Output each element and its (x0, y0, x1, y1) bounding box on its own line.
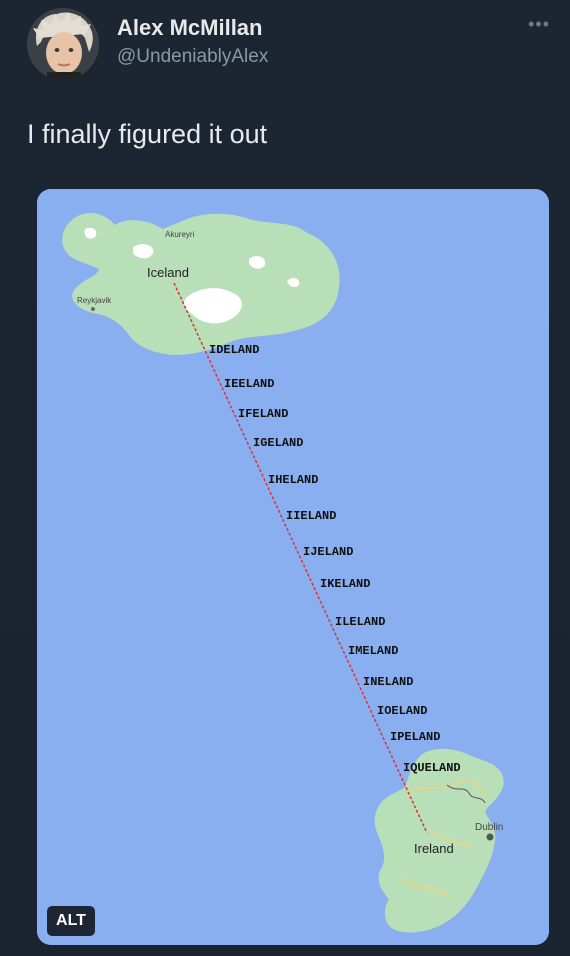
tweet-text: I finally figured it out (27, 119, 268, 149)
step-label: IGELAND (253, 436, 303, 450)
step-label: IEELAND (224, 377, 274, 391)
step-label: IPELAND (390, 730, 440, 744)
avatar-image (27, 8, 99, 80)
map-label-reykjavik: Reykjavik (77, 296, 112, 305)
map-label-akureyri: Akureyri (165, 230, 195, 239)
map-label-iceland: Iceland (147, 265, 189, 280)
step-label: INELAND (363, 675, 413, 689)
step-label: IMELAND (348, 644, 398, 658)
step-label: IQUELAND (403, 761, 461, 775)
tweet-card: Alex McMillan @UndeniablyAlex ••• I fina… (0, 0, 570, 956)
step-label: IIELAND (286, 509, 336, 523)
step-label: IOELAND (377, 704, 427, 718)
tweet-media-image[interactable]: Akureyri Reykjavik Dublin Iceland Irelan… (37, 189, 549, 945)
alt-text-badge[interactable]: ALT (47, 906, 95, 936)
step-label: IKELAND (320, 577, 370, 591)
step-label: IHELAND (268, 473, 318, 487)
step-label: IJELAND (303, 545, 353, 559)
step-label: IDELAND (209, 343, 259, 357)
step-label: ILELAND (335, 615, 385, 629)
author-name[interactable]: Alex McMillan (117, 15, 262, 41)
map-label-dublin: Dublin (475, 822, 503, 833)
map-image: Akureyri Reykjavik Dublin Iceland Irelan… (37, 189, 549, 945)
step-label: IFELAND (238, 407, 288, 421)
map-label-ireland: Ireland (414, 841, 454, 856)
author-handle[interactable]: @UndeniablyAlex (117, 46, 268, 68)
more-horizontal-icon[interactable]: ••• (528, 14, 550, 35)
avatar[interactable] (27, 8, 99, 80)
